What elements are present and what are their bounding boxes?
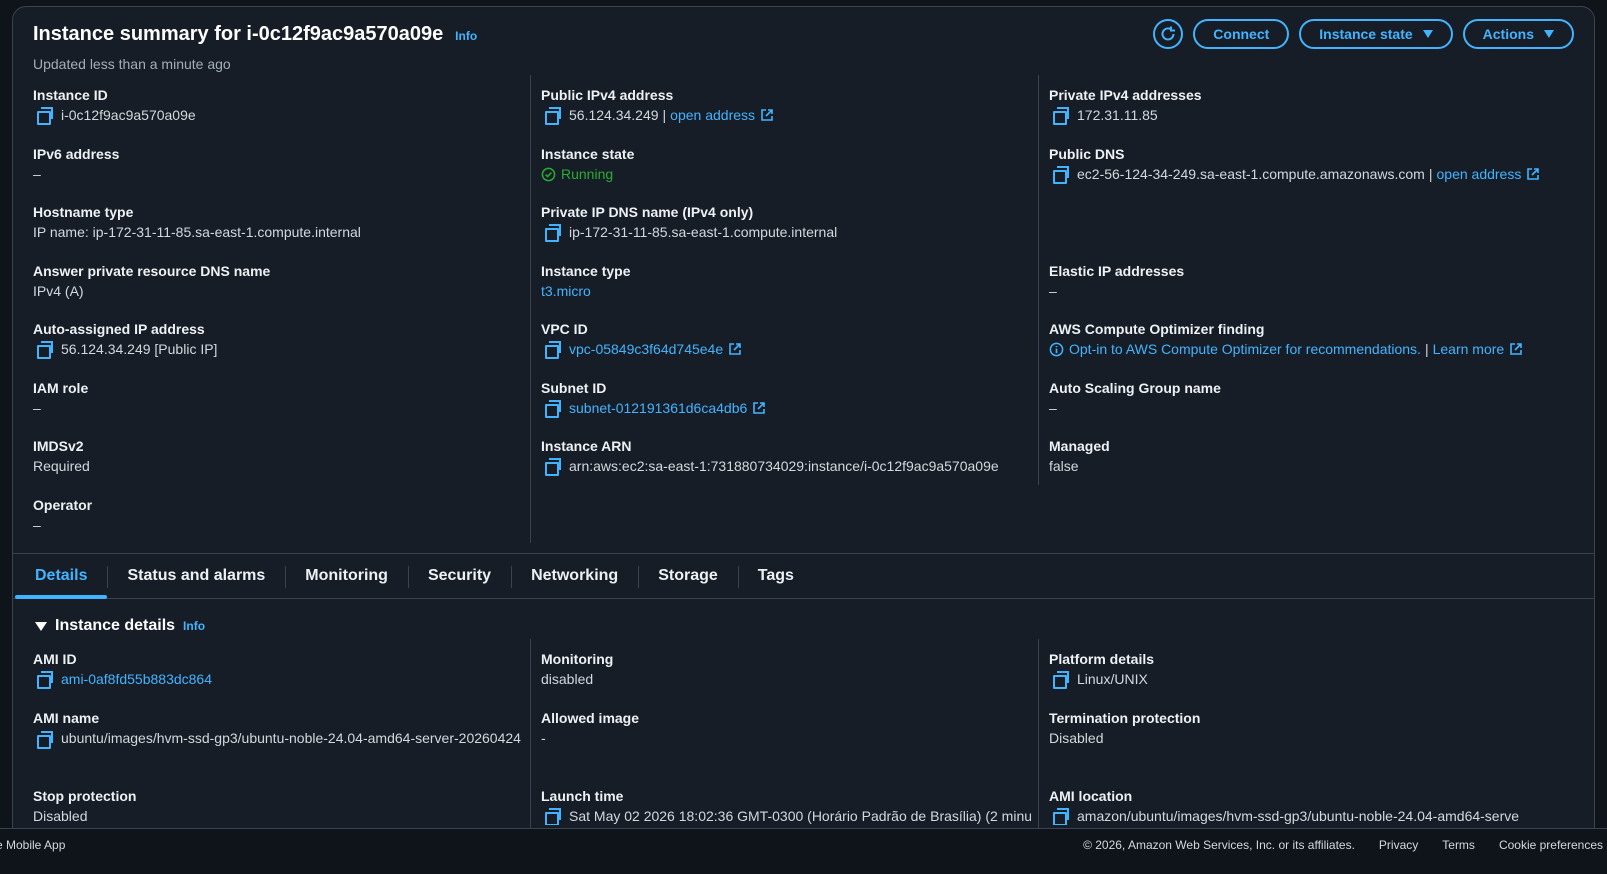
tab-monitoring[interactable]: Monitoring — [285, 554, 408, 598]
field-allowed-image: Allowed image - — [541, 710, 640, 746]
vpc-link[interactable]: vpc-05849c3f64d745e4e — [569, 340, 723, 358]
privacy-link[interactable]: Privacy — [1379, 838, 1418, 852]
copy-icon[interactable] — [1053, 808, 1069, 825]
check-circle-icon — [541, 167, 556, 181]
field-auto-ip: Auto-assigned IP address 56.124.34.249 [… — [33, 321, 218, 359]
field-launch-time: Launch time Sat May 02 2026 18:02:36 GMT… — [541, 788, 1031, 825]
external-link-icon — [1527, 168, 1540, 180]
instance-summary-panel: Instance summary for i-0c12f9ac9a570a09e… — [12, 6, 1595, 846]
refresh-button[interactable] — [1153, 19, 1184, 49]
field-operator: Operator – — [33, 497, 93, 533]
cookie-preferences-link[interactable]: Cookie preferences — [1499, 838, 1603, 852]
field-termination: Termination protection Disabled — [1049, 710, 1201, 746]
info-link[interactable]: Info — [183, 619, 205, 633]
copy-icon[interactable] — [545, 400, 561, 418]
copyright-text: © 2026, Amazon Web Services, Inc. or its… — [1083, 838, 1355, 852]
ami-id-link[interactable]: ami-0af8fd55b883dc864 — [61, 670, 212, 688]
field-public-dns: Public DNS ec2-56-124-34-249.sa-east-1.c… — [1049, 145, 1579, 184]
field-ami-location: AMI location amazon/ubuntu/images/hvm-ss… — [1049, 788, 1520, 825]
learn-more-link[interactable]: Learn more — [1433, 340, 1505, 358]
field-private-ipv4: Private IPv4 addresses 172.31.11.85 — [1049, 87, 1202, 125]
mobile-app-link[interactable]: e Mobile App — [0, 838, 65, 852]
info-circle-icon — [1049, 342, 1064, 356]
external-link-icon — [753, 402, 766, 414]
field-private-ip-dns: Private IP DNS name (IPv4 only) ip-172-3… — [541, 204, 838, 242]
detail-tabs: Details Status and alarms Monitoring Sec… — [13, 553, 1594, 599]
copy-icon[interactable] — [545, 341, 561, 359]
field-managed: Managed false — [1049, 438, 1110, 474]
status-badge: Running — [561, 166, 614, 182]
tab-status-and-alarms[interactable]: Status and alarms — [107, 554, 285, 598]
summary-header: Instance summary for i-0c12f9ac9a570a09e… — [33, 23, 477, 72]
subnet-link[interactable]: subnet-012191361d6ca4db6 — [569, 399, 747, 417]
external-link-icon — [761, 109, 773, 121]
instance-state-button[interactable]: Instance state — [1299, 19, 1453, 49]
connect-button[interactable]: Connect — [1193, 19, 1290, 49]
tab-tags[interactable]: Tags — [737, 554, 814, 598]
field-subnet-id: Subnet ID subnet-012191361d6ca4db6 — [541, 379, 1041, 418]
updated-text: Updated less than a minute ago — [33, 56, 231, 72]
actions-button[interactable]: Actions — [1462, 19, 1574, 49]
external-link-icon — [1510, 343, 1522, 355]
tab-networking[interactable]: Networking — [511, 554, 638, 598]
field-public-ipv4: Public IPv4 address 56.124.34.249 | open a… — [541, 86, 1041, 125]
instance-type-link[interactable]: t3.micro — [541, 282, 1041, 300]
field-instance-arn: Instance ARN arn:aws:ec2:sa-east-1:73188… — [541, 438, 999, 476]
tab-details[interactable]: Details — [15, 554, 108, 599]
field-optimizer: AWS Compute Optimizer finding Opt-in to … — [1049, 320, 1579, 358]
caret-down-icon — [1422, 30, 1433, 38]
instance-details-toggle[interactable]: Instance details Info — [35, 617, 205, 635]
caret-down-icon — [35, 621, 47, 631]
console-footer: e Mobile App © 2026, Amazon Web Services… — [0, 828, 1607, 874]
page-title: Instance summary for i-0c12f9ac9a570a09e — [33, 23, 444, 45]
tab-storage[interactable]: Storage — [638, 554, 738, 598]
field-monitoring: Monitoring disabled — [541, 651, 614, 687]
copy-icon[interactable] — [1053, 166, 1069, 184]
field-ipv6: IPv6 address – — [33, 146, 120, 182]
field-hostname-type: Hostname type IP name: ip-172-31-11-85.s… — [33, 204, 361, 240]
field-ami-id: AMI ID ami-0af8fd55b883dc864 — [33, 651, 213, 689]
field-vpc-id: VPC ID vpc-05849c3f64d745e4e — [541, 320, 1041, 359]
refresh-icon — [1161, 26, 1176, 41]
caret-down-icon — [1544, 30, 1554, 38]
open-address-link[interactable]: open address — [670, 106, 755, 124]
copy-icon[interactable] — [545, 224, 561, 242]
terms-link[interactable]: Terms — [1442, 838, 1475, 852]
field-asg: Auto Scaling Group name – — [1049, 380, 1221, 416]
field-instance-type: Instance type t3.micro — [541, 262, 1041, 300]
copy-icon[interactable] — [1053, 107, 1069, 125]
tab-security[interactable]: Security — [407, 554, 511, 598]
column-divider — [530, 639, 531, 845]
copy-icon[interactable] — [1053, 671, 1069, 689]
header-actions: Connect Instance state Actions — [1153, 19, 1574, 49]
section-title: Instance details — [55, 617, 176, 634]
field-ami-name: AMI name ubuntu/images/hvm-ssd-gp3/ubunt… — [33, 710, 521, 750]
field-imdsv2: IMDSv2 Required — [33, 438, 90, 474]
field-instance-state: Instance state Running — [541, 146, 635, 182]
copy-icon[interactable] — [545, 458, 561, 476]
field-elastic-ip: Elastic IP addresses – — [1049, 263, 1185, 299]
copy-icon[interactable] — [545, 808, 561, 825]
copy-icon[interactable] — [37, 107, 53, 125]
open-address-link[interactable]: open address — [1437, 165, 1522, 183]
copy-icon[interactable] — [545, 107, 561, 125]
copy-icon[interactable] — [37, 731, 53, 750]
field-stop-protection: Stop protection Disabled — [33, 788, 137, 824]
field-instance-id: Instance ID i-0c12f9ac9a570a09e — [33, 87, 196, 125]
copy-icon[interactable] — [37, 671, 53, 689]
column-divider — [1038, 639, 1039, 845]
external-link-icon — [729, 343, 741, 355]
info-link[interactable]: Info — [455, 29, 477, 43]
field-answer-dns: Answer private resource DNS name IPv4 (A… — [33, 263, 271, 299]
optimizer-opt-in-link[interactable]: Opt-in to AWS Compute Optimizer for reco… — [1069, 340, 1421, 358]
field-iam-role: IAM role – — [33, 380, 89, 416]
field-platform: Platform details Linux/UNIX — [1049, 651, 1155, 689]
copy-icon[interactable] — [37, 341, 53, 359]
